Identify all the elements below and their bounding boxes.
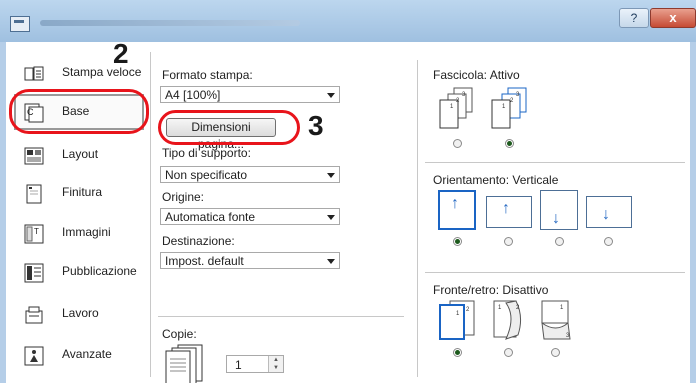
duplex-short-edge-icon[interactable]: 1 3	[536, 299, 580, 343]
collate-off-icon[interactable]: 3 2 1	[436, 86, 480, 132]
copies-stack-icon	[165, 344, 203, 383]
collate-off-radio[interactable]	[453, 139, 462, 148]
close-button[interactable]: x	[650, 8, 696, 28]
orientation-label: Orientamento: Verticale	[433, 173, 559, 187]
step3-highlight	[158, 110, 300, 145]
spin-up-icon[interactable]: ▲	[269, 356, 283, 364]
duplex-divider	[425, 272, 685, 273]
step2-highlight	[9, 89, 149, 134]
collate-on-radio[interactable]	[505, 139, 514, 148]
media-type-select[interactable]: Non specificato	[160, 166, 340, 183]
duplex-off-radio[interactable]	[453, 348, 462, 357]
sidebar-item-layout[interactable]: Layout	[18, 138, 146, 172]
svg-text:T: T	[34, 227, 39, 236]
duplex-long-edge-radio[interactable]	[504, 348, 513, 357]
arrow-up-icon: ↑	[502, 200, 510, 217]
copies-spin-buttons[interactable]: ▲ ▼	[268, 356, 283, 372]
quick-print-icon	[24, 66, 44, 81]
sidebar-item-label: Finitura	[62, 185, 103, 199]
landscape-option[interactable]: ↑	[486, 196, 532, 228]
finishing-icon	[26, 184, 42, 204]
source-select[interactable]: Automatica fonte	[160, 208, 340, 225]
layout-icon	[24, 147, 44, 165]
sidebar-item-finishing[interactable]: Finitura	[18, 176, 146, 210]
copies-value: 1	[235, 358, 242, 372]
duplex-off-icon[interactable]: 2 1	[436, 299, 480, 343]
sidebar-item-label: Immagini	[62, 225, 111, 239]
chevron-down-icon	[327, 173, 335, 178]
sidebar-item-label: Layout	[62, 147, 99, 161]
sidebar-item-label: Stampa veloce	[62, 65, 142, 79]
print-size-value: A4 [100%]	[165, 88, 221, 102]
chevron-down-icon	[327, 93, 335, 98]
sidebar-item-publishing[interactable]: Pubblicazione	[18, 255, 146, 289]
step3-number: 3	[308, 110, 324, 141]
media-type-label: Tipo di supporto:	[162, 146, 251, 160]
portrait-radio[interactable]	[453, 237, 462, 246]
portrait-rotated-radio[interactable]	[555, 237, 564, 246]
media-type-value: Non specificato	[165, 168, 248, 182]
chevron-down-icon	[327, 259, 335, 264]
destination-select[interactable]: Impost. default	[160, 252, 340, 269]
portrait-option[interactable]: ↑	[438, 190, 476, 230]
right-panel-divider	[417, 60, 418, 377]
source-value: Automatica fonte	[165, 210, 256, 224]
window-frame-left	[0, 42, 6, 383]
sidebar-item-label: Pubblicazione	[62, 264, 137, 278]
sidebar-item-images[interactable]: T Immagini	[18, 216, 146, 250]
duplex-label: Fronte/retro: Disattivo	[433, 283, 549, 297]
help-button[interactable]: ?	[619, 8, 649, 28]
orientation-divider	[425, 162, 685, 163]
image-icon: T	[24, 224, 44, 244]
window-frame-right	[690, 42, 696, 383]
collate-on-icon[interactable]: 3 2 1	[488, 86, 532, 132]
source-label: Origine:	[162, 190, 205, 204]
duplex-long-edge-icon[interactable]: 1 2	[488, 299, 532, 343]
destination-value: Impost. default	[165, 254, 244, 268]
landscape-rotated-radio[interactable]	[604, 237, 613, 246]
step2-number: 2	[113, 38, 129, 69]
copies-stepper[interactable]: 1 ▲ ▼	[226, 355, 284, 373]
portrait-rotated-option[interactable]: ↓	[540, 190, 578, 230]
arrow-down-icon: ↓	[602, 206, 610, 223]
sidebar-divider	[150, 52, 151, 377]
landscape-radio[interactable]	[504, 237, 513, 246]
window-title-blurred	[40, 20, 300, 26]
sidebar-item-job[interactable]: Lavoro	[18, 297, 146, 331]
arrow-down-icon: ↓	[552, 210, 560, 227]
spin-down-icon[interactable]: ▼	[269, 364, 283, 372]
advanced-icon	[24, 346, 44, 366]
chevron-down-icon	[327, 215, 335, 220]
print-size-select[interactable]: A4 [100%]	[160, 86, 340, 103]
collate-label: Fascicola: Attivo	[433, 68, 520, 82]
duplex-short-edge-radio[interactable]	[551, 348, 560, 357]
sidebar-item-label: Lavoro	[62, 306, 99, 320]
title-bar: ? x	[0, 0, 696, 42]
publishing-icon	[24, 263, 44, 283]
printer-app-icon	[10, 16, 30, 32]
landscape-rotated-option[interactable]: ↓	[586, 196, 632, 228]
copies-divider	[158, 316, 404, 317]
sidebar-item-advanced[interactable]: Avanzate	[18, 338, 146, 372]
print-size-label: Formato stampa:	[162, 68, 253, 82]
arrow-up-icon: ↑	[451, 195, 459, 212]
destination-label: Destinazione:	[162, 234, 235, 248]
copies-label: Copie:	[162, 327, 197, 341]
job-icon	[25, 306, 43, 324]
sidebar-item-label: Avanzate	[62, 347, 112, 361]
